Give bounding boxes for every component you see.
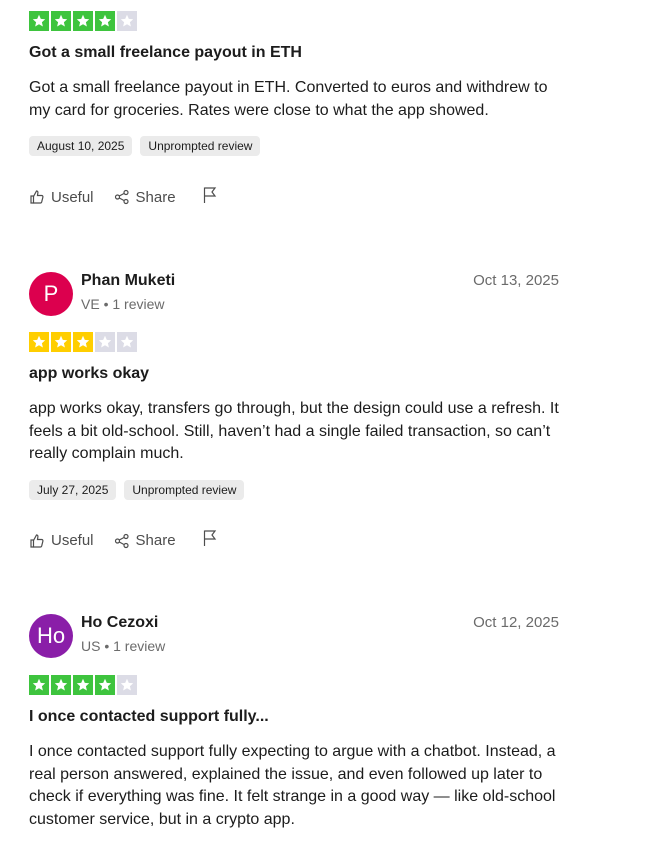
share-label: Share: [135, 188, 176, 206]
review-body: app works okay, transfers go through, bu…: [29, 400, 559, 462]
review-title[interactable]: Got a small freelance payout in ETH: [29, 42, 559, 64]
review-tags: July 27, 2025 Unprompted review: [29, 479, 559, 500]
review-card: P Phan Muketi VE • 1 review Oct 13, 2025…: [29, 270, 559, 552]
useful-label: Useful: [51, 188, 94, 206]
star-icon: [29, 332, 49, 352]
star-icon: [73, 11, 93, 31]
share-icon: [114, 189, 130, 205]
star-rating: [29, 332, 559, 352]
star-icon: [117, 332, 137, 352]
star-icon: [73, 332, 93, 352]
star-rating: [29, 11, 559, 31]
experience-date-badge: August 10, 2025: [29, 136, 133, 156]
useful-label: Useful: [51, 532, 94, 549]
experience-date-badge: July 27, 2025: [29, 479, 117, 500]
flag-icon: [202, 186, 218, 209]
star-icon: [95, 11, 115, 31]
review-card: Ho Ho Cezoxi US • 1 review Oct 12, 2025 …: [29, 612, 559, 831]
review-body: I once contacted support fully expecting…: [29, 743, 556, 828]
star-icon: [29, 11, 49, 31]
star-icon: [95, 675, 115, 695]
star-rating: [29, 675, 559, 695]
useful-button[interactable]: Useful: [29, 189, 94, 206]
review-actions: Useful Share: [29, 530, 559, 552]
star-icon: [117, 11, 137, 31]
review-card: Got a small freelance payout in ETH Got …: [29, 11, 559, 208]
review-actions: Useful Share: [29, 186, 559, 208]
review-header: Ho Ho Cezoxi US • 1 review Oct 12, 2025: [29, 612, 559, 675]
star-icon: [73, 675, 93, 695]
review-header: P Phan Muketi VE • 1 review Oct 13, 2025: [29, 270, 559, 332]
thumbs-up-icon: [29, 189, 45, 205]
avatar[interactable]: Ho: [29, 614, 73, 658]
thumbs-up-icon: [29, 533, 45, 549]
review-body: Got a small freelance payout in ETH. Con…: [29, 79, 548, 119]
star-icon: [29, 675, 49, 695]
report-button[interactable]: [202, 186, 218, 209]
share-label: Share: [135, 532, 176, 549]
reviewer-name[interactable]: Ho Cezoxi: [81, 612, 158, 634]
avatar[interactable]: P: [29, 272, 73, 316]
unprompted-review-badge[interactable]: Unprompted review: [140, 136, 261, 156]
share-button[interactable]: Share: [114, 532, 176, 549]
unprompted-review-badge[interactable]: Unprompted review: [124, 479, 245, 500]
star-icon: [51, 332, 71, 352]
useful-button[interactable]: Useful: [29, 532, 94, 549]
review-title[interactable]: app works okay: [29, 363, 559, 385]
star-icon: [51, 11, 71, 31]
review-title[interactable]: I once contacted support fully...: [29, 706, 559, 728]
report-button[interactable]: [202, 529, 218, 552]
review-date: Oct 13, 2025: [473, 272, 559, 289]
flag-icon: [202, 529, 218, 552]
share-button[interactable]: Share: [114, 189, 176, 206]
star-icon: [117, 675, 137, 695]
reviewer-name[interactable]: Phan Muketi: [81, 270, 175, 292]
review-tags: August 10, 2025 Unprompted review: [29, 136, 559, 156]
review-date: Oct 12, 2025: [473, 614, 559, 631]
reviewer-meta: VE • 1 review: [81, 296, 165, 312]
star-icon: [95, 332, 115, 352]
share-icon: [114, 533, 130, 549]
star-icon: [51, 675, 71, 695]
reviewer-meta: US • 1 review: [81, 638, 166, 654]
